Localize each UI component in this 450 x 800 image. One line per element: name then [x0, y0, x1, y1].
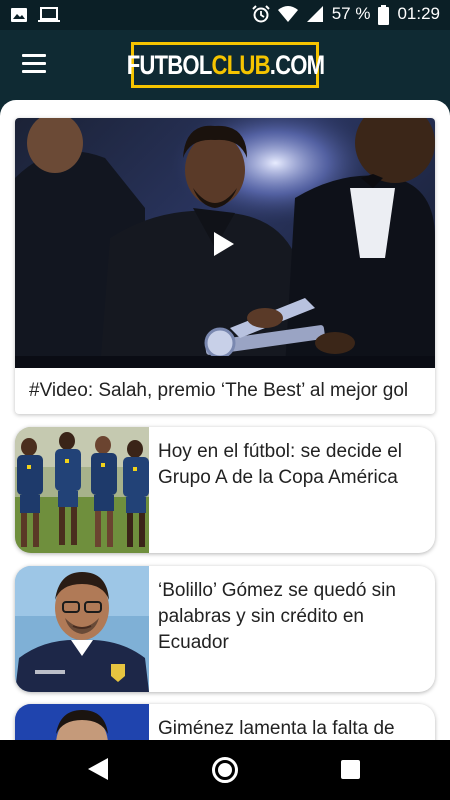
article-title[interactable]: Giménez lamenta la falta de	[158, 716, 424, 740]
featured-article-title[interactable]: #Video: Salah, premio ‘The Best’ al mejo…	[29, 380, 408, 402]
featured-video-thumbnail[interactable]	[15, 118, 435, 368]
article-card[interactable]: ‘Bolillo’ Gómez se quedó sin palabras y …	[15, 566, 435, 692]
logo-text-com: .COM	[269, 49, 324, 80]
status-bar: 57 % 01:29	[0, 0, 450, 30]
article-thumbnail[interactable]	[15, 427, 149, 553]
system-navigation-bar	[0, 740, 450, 800]
article-thumbnail[interactable]	[15, 704, 149, 740]
home-icon[interactable]	[212, 757, 238, 783]
featured-article-card[interactable]: #Video: Salah, premio ‘The Best’ al mejo…	[15, 118, 435, 414]
signal-icon	[306, 5, 324, 23]
clock: 01:29	[397, 4, 440, 23]
laptop-icon	[38, 6, 60, 24]
article-thumbnail[interactable]	[15, 566, 149, 692]
article-card[interactable]: Hoy en el fútbol: se decide el Grupo A d…	[15, 427, 435, 553]
article-title[interactable]: ‘Bolillo’ Gómez se quedó sin palabras y …	[158, 578, 424, 656]
site-logo[interactable]: FUTBOLCLUB.COM	[126, 42, 325, 88]
app-header: FUTBOLCLUB.COM	[0, 30, 450, 100]
news-feed[interactable]: #Video: Salah, premio ‘The Best’ al mejo…	[0, 100, 450, 740]
back-icon[interactable]	[88, 758, 108, 780]
alarm-icon	[251, 5, 270, 23]
article-card[interactable]: Giménez lamenta la falta de	[15, 704, 435, 740]
image-icon	[10, 6, 28, 24]
article-title[interactable]: Hoy en el fútbol: se decide el Grupo A d…	[158, 439, 424, 491]
recent-apps-icon[interactable]	[341, 760, 360, 779]
battery-percent: 57 %	[331, 4, 371, 23]
wifi-icon	[277, 5, 298, 23]
hamburger-menu-icon[interactable]	[22, 54, 48, 76]
logo-text-club: CLUB	[211, 49, 270, 80]
play-icon[interactable]	[212, 231, 236, 257]
battery-icon	[378, 5, 390, 25]
logo-text-futbol: FUTBOL	[126, 49, 212, 80]
